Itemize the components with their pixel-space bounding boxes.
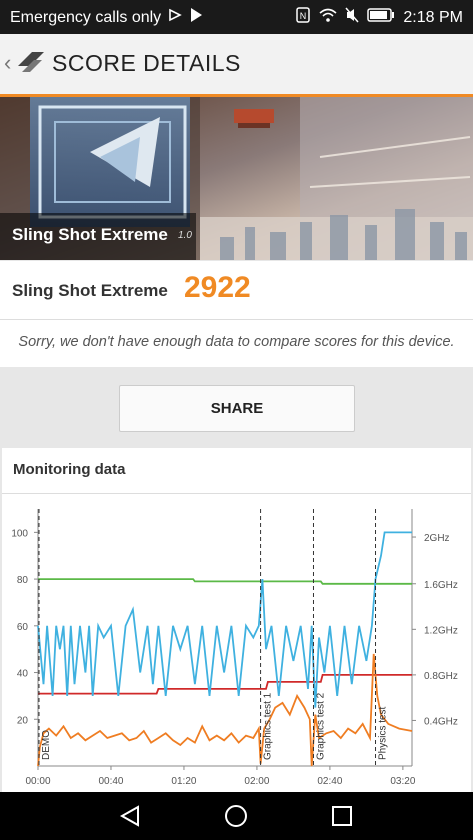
play-store-icon (189, 7, 203, 28)
test-banner-image: Sling Shot Extreme 1.0 (0, 97, 473, 260)
score-label: Sling Shot Extreme (12, 281, 168, 300)
navigation-bar (0, 792, 473, 840)
comparison-note: Sorry, we don't have enough data to comp… (0, 320, 473, 367)
y-left-tick-label: 100 (11, 528, 28, 539)
x-tick-label: 02:40 (317, 776, 342, 787)
monitoring-title: Monitoring data (13, 461, 126, 478)
clock: 2:18 PM (403, 8, 463, 26)
back-arrow-icon[interactable]: ‹ (4, 50, 11, 76)
y-right-tick-label: 1.6GHz (424, 580, 458, 591)
x-tick-label: 01:20 (171, 776, 196, 787)
mute-icon (345, 7, 359, 28)
x-tick-label: 00:40 (98, 776, 123, 787)
wifi-icon (319, 7, 337, 28)
3dmark-logo-icon[interactable] (16, 48, 46, 83)
monitoring-header: Monitoring data (2, 448, 471, 494)
nfc-icon: N (295, 7, 311, 28)
series-line-2 (37, 531, 412, 708)
test-marker-label: Graphics test 1 (263, 692, 274, 760)
score-row: Sling Shot Extreme 2922 (0, 261, 473, 320)
svg-text:N: N (300, 11, 307, 21)
series-line-0 (38, 578, 412, 585)
home-nav-icon[interactable] (224, 804, 248, 833)
y-left-tick-label: 80 (17, 575, 29, 586)
y-left-tick-label: 20 (17, 715, 29, 726)
x-tick-label: 03:20 (390, 776, 415, 787)
y-left-tick-label: 60 (17, 622, 29, 633)
comparison-note-text: Sorry, we don't have enough data to comp… (18, 334, 455, 350)
banner-test-name: Sling Shot Extreme (12, 225, 168, 244)
status-bar: Emergency calls only N 2:18 PM (0, 0, 473, 34)
test-marker-label: Physics test (378, 706, 389, 760)
battery-icon (367, 8, 395, 27)
x-tick-label: 02:00 (244, 776, 269, 787)
notification-icon (167, 7, 183, 28)
emergency-calls-text: Emergency calls only (10, 8, 162, 26)
status-right: N 2:18 PM (295, 7, 463, 28)
y-right-tick-label: 0.8GHz (424, 671, 458, 682)
monitoring-chart: 100 80 60 40 20 2GHz 1.6GHz 1.2GHz 0.8GHz 0.4GHz 0… (2, 494, 471, 792)
back-nav-icon[interactable] (118, 804, 142, 833)
test-marker-label: Graphics test 2 (315, 692, 326, 760)
banner-version: 1.0 (178, 230, 192, 241)
recents-nav-icon[interactable] (330, 804, 354, 833)
test-marker-label: DEMO (41, 730, 52, 760)
app-bar: ‹ SCORE DETAILS (0, 34, 473, 97)
y-right-tick-label: 2GHz (424, 533, 450, 544)
banner-label: Sling Shot Extreme 1.0 (0, 213, 196, 260)
y-right-tick-label: 0.4GHz (424, 716, 458, 727)
x-tick-label: 00:00 (25, 776, 50, 787)
y-right-tick-label: 1.2GHz (424, 625, 458, 636)
score-value: 2922 (184, 271, 251, 304)
y-left-tick-label: 40 (17, 669, 29, 680)
share-button[interactable]: SHARE (119, 385, 355, 432)
page-title: SCORE DETAILS (52, 50, 241, 76)
monitoring-chart-svg: 100 80 60 40 20 2GHz 1.6GHz 1.2GHz 0.8GHz 0.4GHz 0… (11, 509, 458, 787)
status-left: Emergency calls only (10, 7, 203, 28)
